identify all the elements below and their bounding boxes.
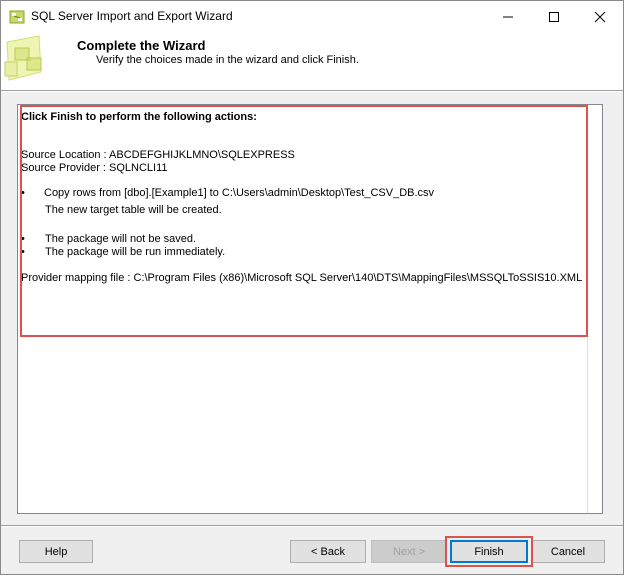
- wizard-app-icon: [9, 9, 25, 25]
- window-title: SQL Server Import and Export Wizard: [31, 9, 233, 23]
- page-subtitle: Verify the choices made in the wizard an…: [96, 54, 359, 66]
- summary-heading: Click Finish to perform the following ac…: [21, 111, 257, 123]
- source-location: Source Location : ABCDEFGHIJKLMNO\SQLEXP…: [21, 149, 295, 161]
- bullet-icon: •: [21, 233, 25, 245]
- source-provider: Source Provider : SQLNCLI11: [21, 162, 168, 174]
- header-divider: [1, 90, 623, 92]
- close-icon[interactable]: [577, 1, 623, 32]
- finish-button[interactable]: Finish: [450, 540, 528, 563]
- footer-divider: [1, 525, 623, 527]
- help-button[interactable]: Help: [19, 540, 93, 563]
- provider-mapping-file: Provider mapping file : C:\Program Files…: [21, 272, 583, 284]
- bullet-icon: •: [21, 187, 25, 199]
- action-new-table: The new target table will be created.: [45, 204, 222, 216]
- next-button[interactable]: Next >: [371, 540, 447, 563]
- wizard-header: Complete the Wizard Verify the choices m…: [1, 32, 623, 90]
- page-title: Complete the Wizard: [77, 38, 206, 53]
- action-not-saved: The package will not be saved.: [45, 233, 197, 245]
- action-run-immediately: The package will be run immediately.: [45, 246, 226, 258]
- bullet-icon: •: [21, 246, 25, 258]
- action-copy-rows: Copy rows from [dbo].[Example1] to C:\Us…: [44, 187, 435, 199]
- back-button[interactable]: < Back: [290, 540, 366, 563]
- cancel-button[interactable]: Cancel: [531, 540, 605, 563]
- wizard-banner-icon: [1, 32, 65, 90]
- minimize-icon[interactable]: [485, 1, 531, 32]
- maximize-icon[interactable]: [531, 1, 577, 32]
- vertical-scrollbar[interactable]: [587, 105, 602, 513]
- wizard-window: SQL Server Import and Export Wizard Comp…: [0, 0, 624, 575]
- title-bar[interactable]: SQL Server Import and Export Wizard: [1, 1, 623, 32]
